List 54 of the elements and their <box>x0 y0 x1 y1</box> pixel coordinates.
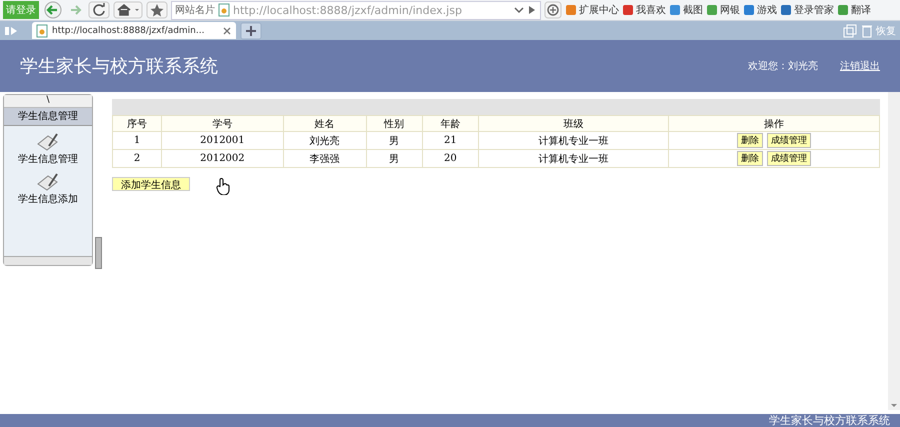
table-cell: 2012002 <box>162 150 284 168</box>
add-student-button[interactable]: 添加学生信息 <box>112 177 190 191</box>
toolbar-button[interactable]: 游戏 <box>743 3 777 17</box>
table-cell: 男 <box>366 132 422 150</box>
sidebar-label: 学生信息添加 <box>18 192 78 206</box>
sidebar-item[interactable]: 学生信息管理 <box>4 132 92 166</box>
table-cell: 20 <box>422 150 478 168</box>
toolbar-label: 翻译 <box>851 4 871 17</box>
collapse-toggle[interactable]: \ <box>4 95 92 108</box>
table-cell: 男 <box>366 150 422 168</box>
sidebar-item[interactable]: 学生信息添加 <box>4 172 92 206</box>
column-header: 姓名 <box>283 116 366 132</box>
url-text: http://localhost:8888/jzxf/admin/index.jsp <box>233 4 463 16</box>
toolbar-label: 截图 <box>683 4 703 17</box>
browser-tab[interactable]: http://localhost:8888/jzxf/admin... <box>32 22 236 39</box>
table-cell: 2 <box>112 150 162 168</box>
column-header: 操作 <box>668 116 880 132</box>
toolbar-label: 游戏 <box>757 4 777 17</box>
toolbar-button[interactable]: 网银 <box>706 3 740 17</box>
tab-title: http://localhost:8888/jzxf/admin... <box>52 26 206 36</box>
toolbar-button[interactable]: 我喜欢 <box>622 3 666 17</box>
logout-link[interactable]: 注销退出 <box>840 59 880 73</box>
sidebar-label: 学生信息管理 <box>18 152 78 166</box>
site-title: 学生家长与校方联系系统 <box>20 55 218 78</box>
footer-text: 学生家长与校方联系系统 <box>769 414 890 427</box>
column-header: 性别 <box>366 116 422 132</box>
toolbar-button[interactable]: 扩展中心 <box>565 3 619 17</box>
column-header: 班级 <box>478 116 668 132</box>
table-cell: 李强强 <box>283 150 366 168</box>
column-header: 年龄 <box>422 116 478 132</box>
grades-button[interactable]: 成绩管理 <box>766 133 811 148</box>
table-cell: 2012001 <box>162 132 284 150</box>
address-bar[interactable]: 网站名片 http://localhost:8888/jzxf/admin/index.jsp <box>171 0 541 20</box>
grades-button[interactable]: 成绩管理 <box>766 151 811 166</box>
toolbar-label: 网银 <box>720 4 740 17</box>
site-card-menu[interactable]: 网站名片 <box>175 3 215 17</box>
delete-button[interactable]: 删除 <box>736 133 763 148</box>
toolbar-button[interactable]: 登录管家 <box>780 3 834 17</box>
toolbar-label: 扩展中心 <box>579 4 619 17</box>
table-cell: 计算机专业一班 <box>478 150 668 168</box>
table-cell: 1 <box>112 132 162 150</box>
table-cell: 计算机专业一班 <box>478 132 668 150</box>
table-cell: 刘光亮 <box>283 132 366 150</box>
toolbar-button[interactable]: 翻译 <box>837 3 871 17</box>
table-cell: 21 <box>422 132 478 150</box>
restore-label: 恢复 <box>876 24 896 38</box>
toolbar-label: 登录管家 <box>794 4 834 17</box>
delete-button[interactable]: 删除 <box>736 151 763 166</box>
welcome-text: 欢迎您：刘光亮 <box>748 60 818 73</box>
column-header: 序号 <box>112 116 162 132</box>
section-header[interactable]: 学生信息管理 <box>4 108 92 126</box>
toolbar-button[interactable]: 截图 <box>669 3 703 17</box>
column-header: 学号 <box>162 116 284 132</box>
toolbar-label: 我喜欢 <box>636 4 666 17</box>
